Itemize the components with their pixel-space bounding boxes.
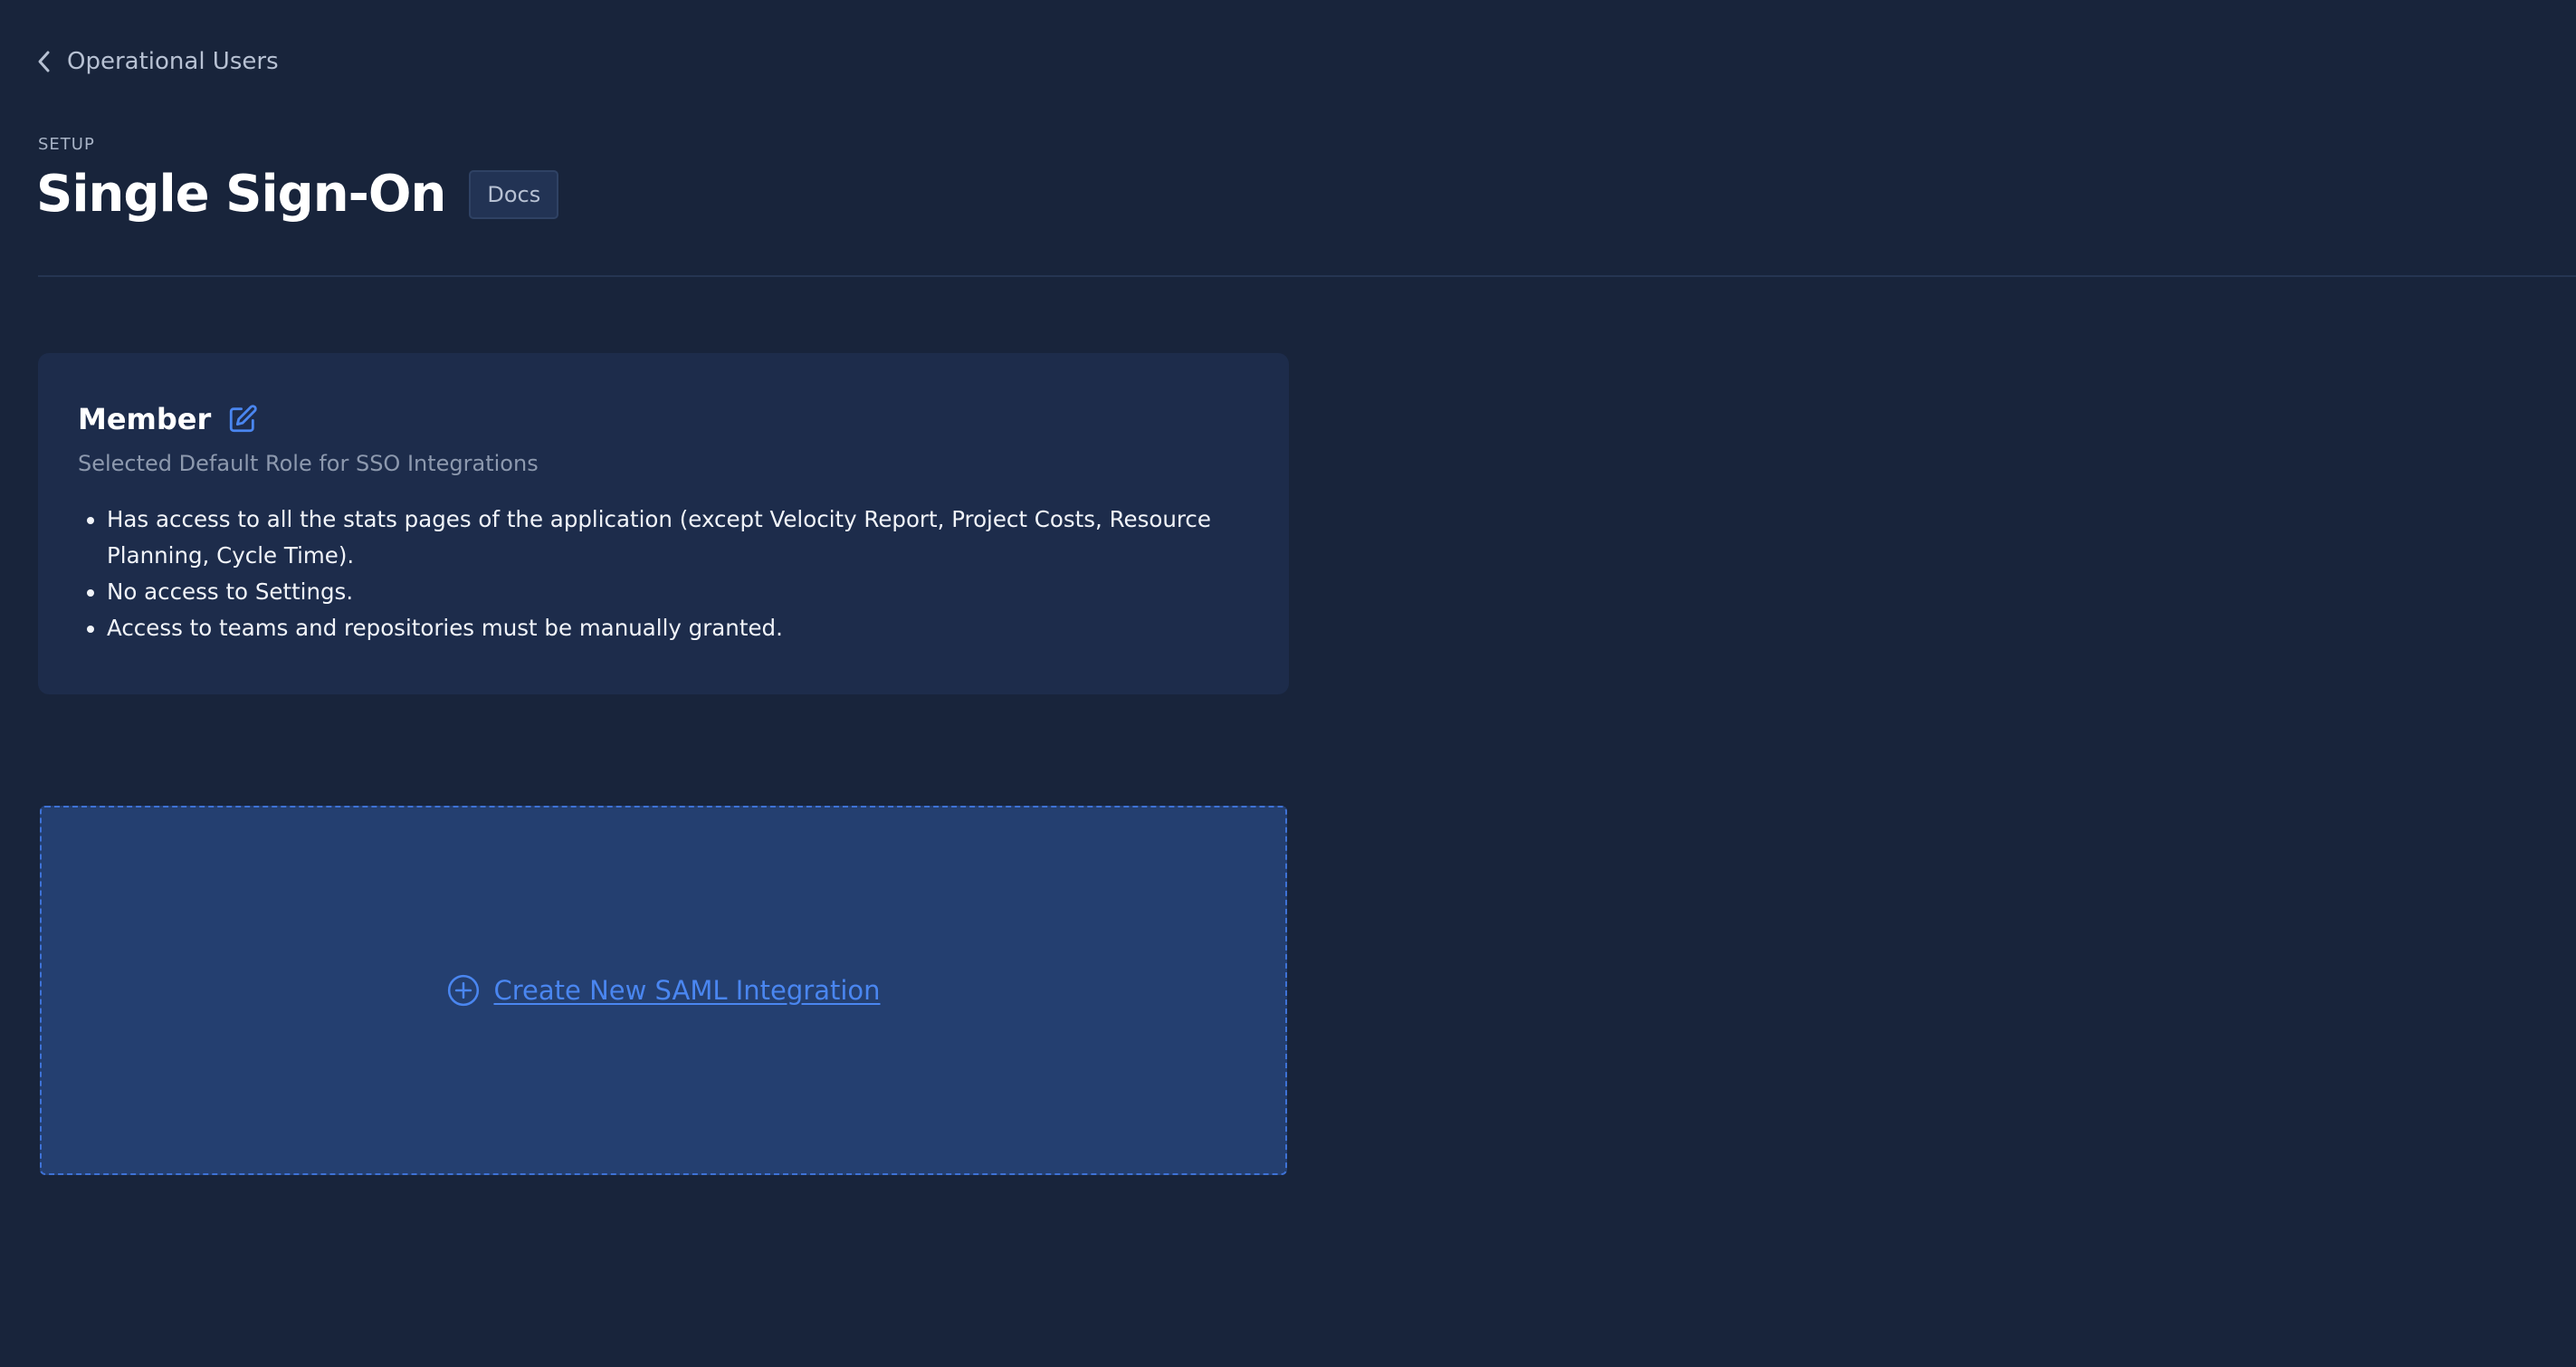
chevron-left-icon — [38, 51, 50, 72]
create-saml-integration-link[interactable]: Create New SAML Integration — [493, 975, 880, 1006]
role-name: Member — [78, 402, 212, 436]
default-role-card: Member Selected Default Role for SSO Int… — [38, 353, 1289, 694]
create-saml-integration-area[interactable]: Create New SAML Integration — [40, 806, 1287, 1175]
plus-circle-icon — [448, 974, 480, 1007]
section-eyebrow: SETUP — [38, 135, 95, 154]
breadcrumb-label: Operational Users — [67, 48, 279, 75]
permission-item: No access to Settings. — [107, 574, 1238, 610]
permission-list: Has access to all the stats pages of the… — [78, 502, 1238, 646]
permission-item: Access to teams and repositories must be… — [107, 610, 1238, 646]
role-subtitle: Selected Default Role for SSO Integratio… — [78, 451, 539, 476]
breadcrumb-back-link[interactable]: Operational Users — [36, 43, 279, 80]
page-title: Single Sign-On — [36, 165, 446, 224]
role-header: Member — [78, 400, 1249, 438]
header-divider — [38, 275, 2576, 277]
title-row: Single Sign-On Docs — [36, 165, 559, 224]
permission-item: Has access to all the stats pages of the… — [107, 502, 1238, 574]
sso-setup-page: Operational Users SETUP Single Sign-On D… — [0, 0, 2576, 1367]
docs-button[interactable]: Docs — [469, 169, 559, 219]
edit-icon[interactable] — [227, 404, 258, 435]
